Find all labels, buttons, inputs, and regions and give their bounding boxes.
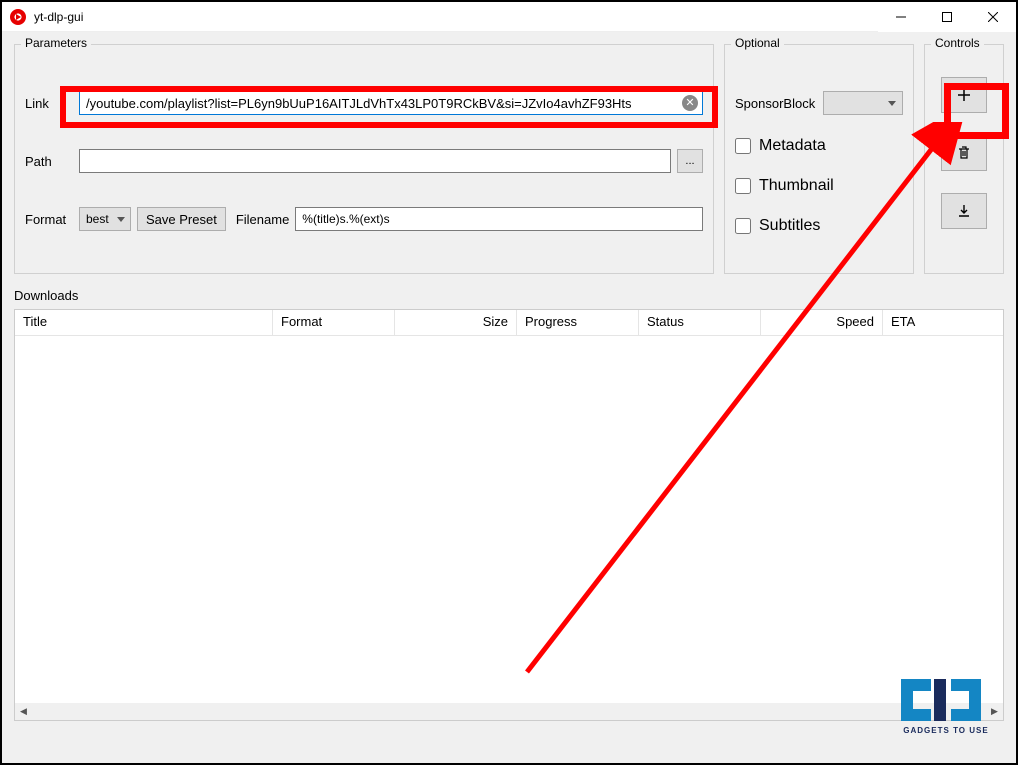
trash-icon (956, 145, 972, 161)
col-format[interactable]: Format (273, 310, 395, 335)
filename-label: Filename (236, 212, 289, 227)
downloads-title: Downloads (14, 288, 1004, 303)
titlebar: yt-dlp-gui (2, 2, 1016, 32)
path-input[interactable] (79, 149, 671, 173)
clear-link-icon[interactable]: ✕ (682, 95, 698, 111)
delete-button[interactable] (941, 135, 987, 171)
download-button[interactable] (941, 193, 987, 229)
thumbnail-checkbox[interactable] (735, 178, 751, 194)
thumbnail-label: Thumbnail (759, 177, 834, 195)
download-icon (956, 203, 972, 219)
path-label: Path (25, 154, 73, 169)
col-title[interactable]: Title (15, 310, 273, 335)
app-icon (10, 9, 26, 25)
link-label: Link (25, 96, 73, 111)
save-preset-button[interactable]: Save Preset (137, 207, 226, 231)
filename-input[interactable] (295, 207, 703, 231)
sponsorblock-select[interactable] (823, 91, 903, 115)
metadata-label: Metadata (759, 137, 826, 155)
watermark: GADGETS TO USE (886, 669, 1006, 751)
optional-group: Optional SponsorBlock Metadata Thumbnail… (724, 44, 914, 274)
col-status[interactable]: Status (639, 310, 761, 335)
format-select[interactable]: best (79, 207, 131, 231)
app-title: yt-dlp-gui (34, 10, 83, 24)
horizontal-scrollbar[interactable]: ◀ ▶ (15, 703, 1003, 720)
plus-icon (956, 87, 972, 103)
col-speed[interactable]: Speed (761, 310, 883, 335)
format-label: Format (25, 212, 73, 227)
subtitles-label: Subtitles (759, 217, 820, 235)
add-button[interactable] (941, 77, 987, 113)
col-eta[interactable]: ETA (883, 310, 1003, 335)
controls-group: Controls (924, 44, 1004, 274)
downloads-table: Title Format Size Progress Status Speed … (14, 309, 1004, 721)
controls-title: Controls (931, 36, 984, 50)
minimize-button[interactable] (878, 2, 924, 32)
sponsorblock-label: SponsorBlock (735, 96, 815, 111)
subtitles-checkbox[interactable] (735, 218, 751, 234)
parameters-title: Parameters (21, 36, 91, 50)
maximize-button[interactable] (924, 2, 970, 32)
col-size[interactable]: Size (395, 310, 517, 335)
metadata-checkbox[interactable] (735, 138, 751, 154)
close-button[interactable] (970, 2, 1016, 32)
scroll-left-icon[interactable]: ◀ (15, 703, 32, 720)
link-input[interactable]: /youtube.com/playlist?list=PL6yn9bUuP16A… (79, 91, 703, 115)
browse-button[interactable]: ... (677, 149, 703, 173)
col-progress[interactable]: Progress (517, 310, 639, 335)
parameters-group: Parameters Link /youtube.com/playlist?li… (14, 44, 714, 274)
optional-title: Optional (731, 36, 784, 50)
